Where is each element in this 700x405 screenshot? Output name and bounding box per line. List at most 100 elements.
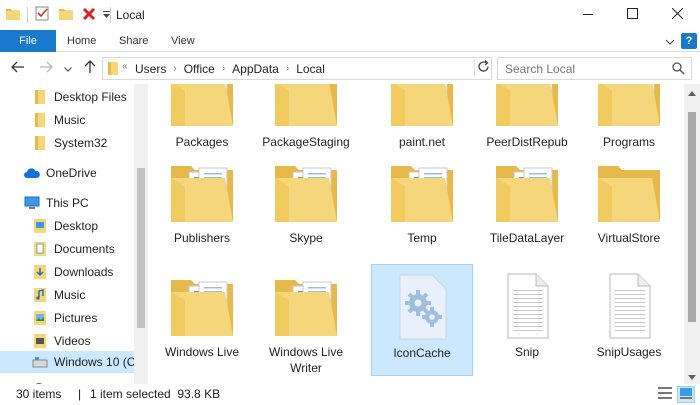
- large-icons-view-button[interactable]: [677, 386, 695, 403]
- chevron-down-icon: [665, 34, 675, 48]
- nav-item-desktop-files[interactable]: Desktop Files: [32, 86, 134, 108]
- nav-item-documents[interactable]: Documents: [32, 238, 134, 260]
- tab-view[interactable]: View: [171, 30, 195, 52]
- chevron-down-icon: [64, 61, 72, 75]
- quick-access-toolbar: [6, 6, 111, 24]
- delete-icon[interactable]: [82, 7, 96, 24]
- scroll-up-button[interactable]: [684, 84, 700, 100]
- nav-item-downloads[interactable]: Downloads: [32, 261, 134, 283]
- file-name: PackageStaging: [262, 135, 350, 149]
- maximize-button[interactable]: [610, 0, 655, 30]
- up-arrow-icon: [84, 59, 96, 77]
- properties-icon[interactable]: [35, 6, 50, 24]
- folder-icon: [594, 158, 664, 226]
- file-item[interactable]: IconCache: [371, 264, 473, 376]
- large-icons-view-icon: [680, 387, 692, 402]
- refresh-button[interactable]: [474, 59, 492, 77]
- desktop-folder-icon: [32, 218, 48, 234]
- file-name: Programs: [602, 135, 655, 149]
- breadcrumb-item[interactable]: Users: [135, 62, 166, 76]
- file-name: TileDataLayer: [489, 231, 565, 245]
- breadcrumb-overflow-icon[interactable]: «: [122, 61, 128, 72]
- search-box[interactable]: [497, 57, 692, 80]
- breadcrumb-separator-icon[interactable]: ›: [173, 63, 176, 74]
- nav-item-music[interactable]: Music: [32, 284, 134, 306]
- nav-item-label: Music: [54, 288, 86, 302]
- folder-icon: [492, 84, 562, 130]
- folder-icon: [167, 84, 237, 130]
- folder-icon: [594, 84, 664, 130]
- nav-item-pictures[interactable]: Pictures: [32, 307, 134, 329]
- videos-icon: [32, 333, 48, 349]
- up-button[interactable]: [82, 59, 98, 77]
- navigation-pane-scrollbar[interactable]: [134, 84, 148, 384]
- nav-item-label: System32: [54, 136, 108, 150]
- file-name: Snip: [514, 345, 540, 359]
- breadcrumb-item[interactable]: AppData: [232, 62, 279, 76]
- file-item[interactable]: Publishers: [151, 150, 253, 262]
- chevron-up-icon: [688, 85, 696, 99]
- back-arrow-icon: [11, 61, 25, 76]
- scroll-down-button[interactable]: [684, 368, 700, 384]
- minimize-button[interactable]: [565, 0, 610, 30]
- nav-item-music-pinned[interactable]: Music: [32, 109, 134, 131]
- nav-item-this-pc[interactable]: This PC: [24, 192, 134, 214]
- nav-item-desktop[interactable]: Desktop: [32, 215, 134, 237]
- file-item[interactable]: Windows Live Writer: [255, 264, 357, 376]
- breadcrumb-item[interactable]: Office: [184, 62, 215, 76]
- forward-button[interactable]: [38, 60, 54, 76]
- breadcrumb-separator-icon[interactable]: ›: [222, 63, 225, 74]
- details-view-button[interactable]: [656, 386, 674, 403]
- file-name: Skype: [289, 231, 323, 245]
- content-scrollbar[interactable]: [684, 84, 700, 384]
- file-item[interactable]: Windows Live: [151, 264, 253, 376]
- tab-share[interactable]: Share: [119, 30, 148, 52]
- pictures-icon: [32, 310, 48, 326]
- search-icon[interactable]: [672, 62, 685, 78]
- file-item[interactable]: Snip: [476, 264, 578, 376]
- breadcrumb-separator-icon[interactable]: ›: [286, 63, 289, 74]
- folder-icon: [32, 89, 48, 105]
- file-name: IconCache: [393, 346, 451, 360]
- recent-locations-button[interactable]: [60, 60, 76, 76]
- navigation-bar: « Users › Office › AppData › Local: [0, 52, 700, 84]
- scrollbar-thumb[interactable]: [688, 112, 696, 322]
- nav-item-system32[interactable]: System32: [32, 132, 134, 154]
- nav-item-label: Downloads: [54, 265, 114, 279]
- nav-item-label: Pictures: [54, 311, 98, 325]
- close-button[interactable]: [655, 0, 700, 30]
- ribbon: File Home Share View ?: [0, 30, 700, 52]
- tab-home[interactable]: Home: [67, 30, 96, 52]
- file-item[interactable]: TileDataLayer: [476, 150, 578, 262]
- search-input[interactable]: [505, 61, 665, 76]
- nav-item-label: OneDrive: [46, 166, 97, 180]
- file-item[interactable]: VirtualStore: [578, 150, 680, 262]
- minimize-icon: [582, 8, 593, 22]
- onedrive-icon: [24, 165, 40, 181]
- expand-ribbon-button[interactable]: [662, 33, 678, 49]
- nav-item-videos[interactable]: Videos: [32, 330, 134, 352]
- file-item[interactable]: Temp: [371, 150, 473, 262]
- new-folder-icon[interactable]: [59, 7, 73, 23]
- help-button[interactable]: ?: [681, 33, 697, 49]
- scrollbar-thumb[interactable]: [137, 168, 145, 328]
- file-name: PeerDistRepub: [486, 135, 568, 149]
- file-item[interactable]: Skype: [255, 150, 357, 262]
- maximize-icon: [627, 8, 638, 22]
- file-name: Publishers: [173, 231, 231, 245]
- file-item[interactable]: SnipUsages: [578, 264, 680, 376]
- item-count: 30 items: [16, 387, 62, 401]
- nav-item-label: Documents: [54, 242, 115, 256]
- breadcrumb-item[interactable]: Local: [296, 62, 325, 76]
- nav-item-onedrive[interactable]: OneDrive: [24, 162, 134, 184]
- address-bar[interactable]: « Users › Office › AppData › Local: [102, 57, 563, 80]
- nav-item-next[interactable]: [32, 374, 52, 384]
- file-name: Temp: [407, 231, 437, 245]
- close-icon: [671, 7, 684, 22]
- qat-divider: [27, 7, 28, 23]
- chevron-down-icon: [688, 369, 696, 383]
- nav-item-drive-c[interactable]: Windows 10 (C:): [0, 351, 143, 373]
- tab-file[interactable]: File: [0, 30, 56, 52]
- folder-icon: [6, 7, 20, 23]
- back-button[interactable]: [10, 60, 26, 76]
